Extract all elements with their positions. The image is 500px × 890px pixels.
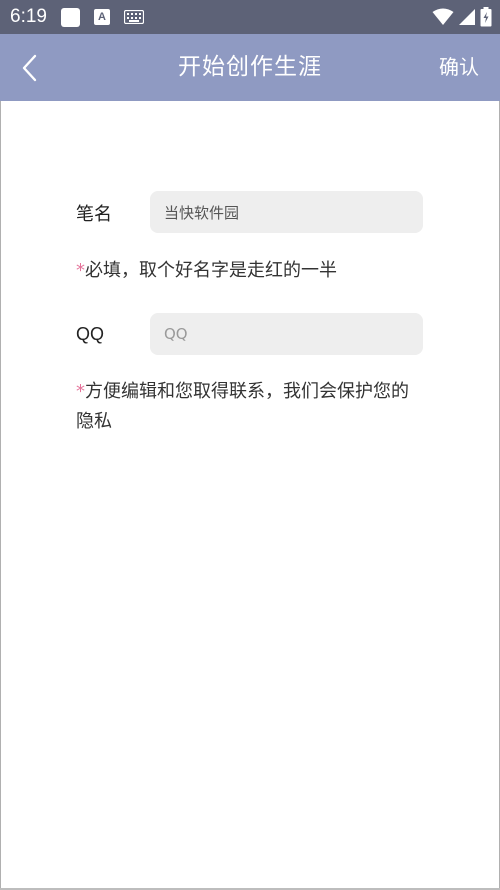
- qq-label: QQ: [76, 324, 105, 344]
- chevron-left-icon: [22, 54, 37, 82]
- pen-name-hint: *必填，取个好名字是走红的一半: [76, 256, 426, 286]
- required-star: *: [76, 381, 85, 402]
- qq-input[interactable]: [150, 313, 423, 355]
- frame-left-edge: [0, 101, 1, 890]
- pen-name-hint-text: 必填，取个好名字是走红的一半: [85, 260, 337, 281]
- app-bar: 开始创作生涯 确认: [0, 34, 500, 101]
- status-time: 6:19: [10, 6, 47, 27]
- page-title: 开始创作生涯: [178, 54, 322, 80]
- keyboard-icon: [124, 10, 144, 24]
- notification-icon: [61, 8, 80, 27]
- signal-icon: [459, 9, 475, 25]
- status-bar: 6:19 A: [0, 0, 500, 34]
- pen-name-label: 笔名: [76, 204, 112, 225]
- qq-hint-text: 方便编辑和您取得联系，我们会保护您的隐私: [76, 381, 409, 432]
- pen-name-input[interactable]: [150, 191, 423, 233]
- confirm-button[interactable]: 确认: [439, 34, 479, 101]
- qq-hint: *方便编辑和您取得联系，我们会保护您的隐私: [76, 377, 426, 437]
- battery-charging-icon: [480, 7, 492, 27]
- wifi-icon: [432, 8, 454, 25]
- back-button[interactable]: [10, 46, 50, 90]
- font-notification-icon: A: [94, 9, 110, 25]
- required-star: *: [76, 260, 85, 281]
